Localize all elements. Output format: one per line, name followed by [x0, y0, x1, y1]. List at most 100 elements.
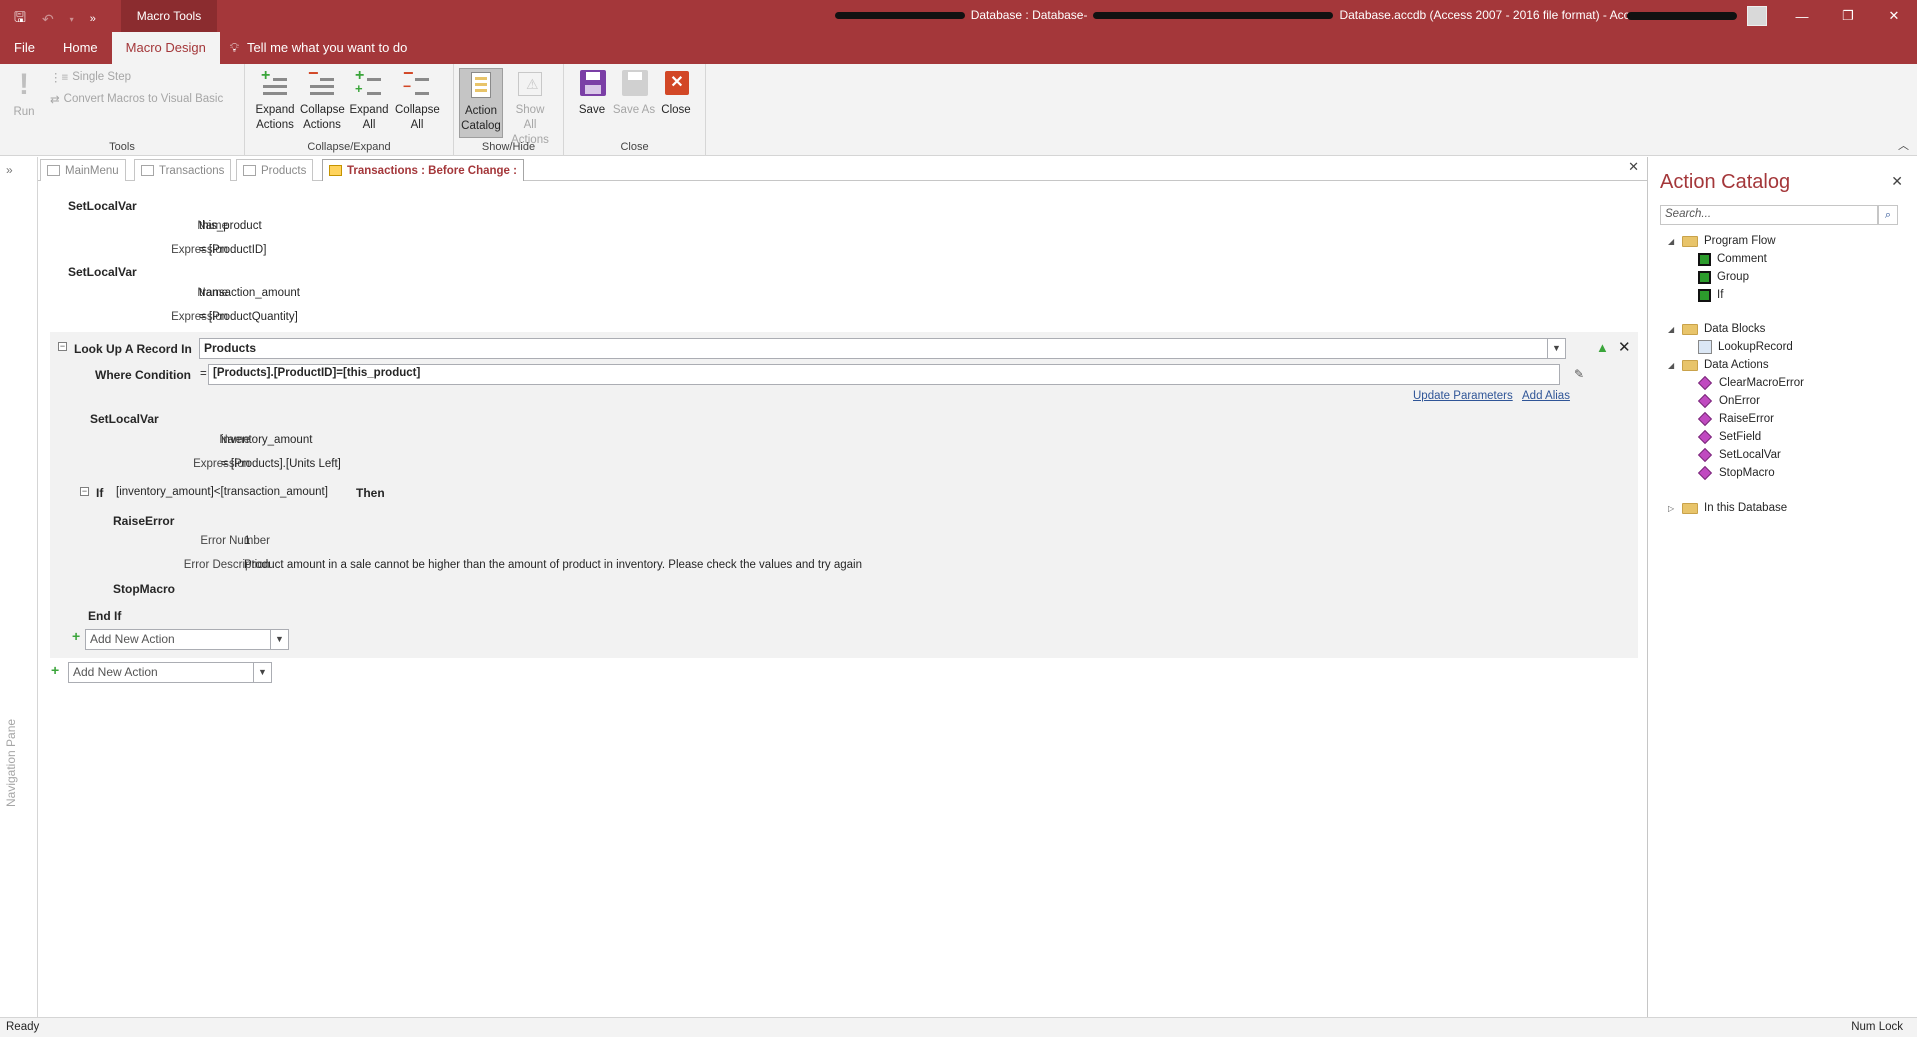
- avatar[interactable]: [1747, 6, 1767, 26]
- expand-triangle-icon[interactable]: ◢: [1668, 237, 1676, 246]
- argument-value[interactable]: = [Products].[Units Left]: [221, 458, 341, 470]
- move-up-icon[interactable]: ▲: [1596, 340, 1609, 355]
- tree-item-raiseerror[interactable]: RaiseError: [1697, 411, 1774, 427]
- argument-value[interactable]: transaction_amount: [199, 287, 300, 299]
- close-document-icon[interactable]: ✕: [1628, 159, 1639, 175]
- doc-tab-before-change[interactable]: Transactions : Before Change :: [322, 159, 524, 181]
- search-icon[interactable]: ⌕: [1878, 205, 1898, 225]
- lookup-record-block[interactable]: − Look Up A Record In Products ▼ ▲ ✕ Whe…: [50, 332, 1638, 658]
- argument-value[interactable]: = [ProductID]: [199, 244, 266, 256]
- chevron-right-icon[interactable]: »: [6, 163, 13, 177]
- tree-item-if[interactable]: If: [1698, 287, 1723, 303]
- argument-value[interactable]: Product amount in a sale cannot be highe…: [244, 559, 862, 571]
- action-setlocalvar[interactable]: SetLocalVar: [90, 412, 159, 426]
- collapse-if-icon[interactable]: −: [80, 487, 89, 496]
- tree-data-actions[interactable]: ◢ Data Actions: [1668, 357, 1769, 373]
- argument-value[interactable]: this_product: [199, 220, 262, 232]
- chevron-down-icon[interactable]: ▼: [253, 663, 271, 682]
- restore-icon[interactable]: ❐: [1825, 0, 1871, 32]
- action-stopmacro[interactable]: StopMacro: [113, 582, 175, 596]
- single-step-icon: ⋮≡: [50, 72, 69, 84]
- expand-triangle-icon[interactable]: ◢: [1668, 325, 1676, 334]
- close-icon: ✕: [660, 68, 692, 100]
- argument-value[interactable]: inventory_amount: [221, 434, 312, 446]
- if-keyword: If: [96, 486, 104, 500]
- catalog-search-input[interactable]: Search...: [1660, 205, 1878, 225]
- expand-triangle-icon[interactable]: ◢: [1668, 361, 1676, 370]
- group-collapse-expand: + Expand Actions − Collapse Actions + + …: [245, 64, 454, 156]
- tree-item-onerror[interactable]: OnError: [1697, 393, 1760, 409]
- tree-item-setfield[interactable]: SetField: [1697, 429, 1761, 445]
- add-alias-link[interactable]: Add Alias: [1522, 390, 1570, 402]
- ribbon: ! Run ⋮≡ Single Step ⇄ Convert Macros to…: [0, 64, 1917, 156]
- group-show-hide: Action Catalog ⚠ Show All Actions Show/H…: [454, 64, 564, 156]
- run-button[interactable]: ! Run: [6, 70, 42, 120]
- tree-label: If: [1717, 289, 1724, 301]
- data-macro-icon: [329, 165, 342, 176]
- update-parameters-link[interactable]: Update Parameters: [1413, 390, 1513, 402]
- num-lock-indicator: Num Lock: [1851, 1021, 1903, 1033]
- close-catalog-icon[interactable]: ✕: [1891, 173, 1903, 190]
- tree-item-stopmacro[interactable]: StopMacro: [1697, 465, 1775, 481]
- where-condition-input[interactable]: [Products].[ProductID]=[this_product]: [208, 364, 1560, 385]
- tab-macro-design[interactable]: Macro Design: [111, 32, 220, 64]
- doc-tab-label: Transactions: [159, 164, 225, 177]
- single-step-button[interactable]: ⋮≡ Single Step: [50, 70, 131, 84]
- save-button[interactable]: Save: [570, 68, 614, 118]
- action-catalog-pane: Action Catalog ✕ Search... ⌕ ◢ Program F…: [1647, 157, 1917, 1017]
- tree-item-lookuprecord[interactable]: LookupRecord: [1698, 339, 1793, 355]
- tab-file[interactable]: File: [0, 32, 49, 64]
- tree-item-comment[interactable]: Comment: [1698, 251, 1767, 267]
- group-label-close: Close: [620, 141, 649, 153]
- expression-builder-icon[interactable]: ✎: [1574, 367, 1584, 381]
- tab-home[interactable]: Home: [49, 32, 112, 64]
- single-step-label: Single Step: [72, 71, 132, 83]
- chevron-down-icon[interactable]: ▼: [270, 630, 288, 649]
- action-setlocalvar[interactable]: SetLocalVar: [68, 199, 137, 213]
- argument-value[interactable]: = [ProductQuantity]: [199, 311, 298, 323]
- collapse-actions-button[interactable]: − Collapse Actions: [300, 64, 345, 133]
- action-catalog-title: Action Catalog: [1660, 171, 1791, 193]
- document-tabs: MainMenu Transactions Products Transacti…: [38, 157, 1647, 181]
- tell-me-box[interactable]: 💡︎ Tell me what you want to do: [230, 32, 408, 64]
- convert-macros-button[interactable]: ⇄ Convert Macros to Visual Basic: [50, 92, 223, 106]
- delete-action-icon[interactable]: ✕: [1618, 338, 1631, 356]
- tree-in-this-database[interactable]: ▷ In this Database: [1668, 500, 1787, 516]
- collapse-block-icon[interactable]: −: [58, 342, 67, 351]
- tree-item-group[interactable]: Group: [1698, 269, 1749, 285]
- expand-all-button[interactable]: + + Expand All: [347, 68, 391, 133]
- window-title-part2: Database.accdb (Access 2007 - 2016 file …: [1339, 8, 1649, 22]
- lookup-table-dropdown[interactable]: Products ▼: [199, 338, 1566, 359]
- tree-item-clearmacroerror[interactable]: ClearMacroError: [1697, 375, 1804, 391]
- argument-value[interactable]: 1: [244, 535, 250, 547]
- action-raiseerror[interactable]: RaiseError: [113, 514, 174, 528]
- tree-program-flow[interactable]: ◢ Program Flow: [1668, 233, 1776, 249]
- if-condition[interactable]: [inventory_amount]<[transaction_amount]: [116, 486, 328, 498]
- user-account[interactable]: [1627, 6, 1767, 26]
- minimize-icon[interactable]: —: [1779, 0, 1825, 32]
- collapse-all-button[interactable]: − − Collapse All: [395, 64, 440, 133]
- tree-data-blocks[interactable]: ◢ Data Blocks: [1668, 321, 1765, 337]
- chevron-down-icon[interactable]: ▼: [1547, 339, 1565, 358]
- navigation-pane[interactable]: » Navigation Pane: [0, 157, 38, 1017]
- add-new-action-dropdown[interactable]: Add New Action ▼: [68, 662, 272, 683]
- doc-tab-products[interactable]: Products: [236, 159, 314, 181]
- flow-icon: [1698, 288, 1711, 302]
- action-catalog-button[interactable]: Action Catalog: [459, 68, 503, 138]
- collapsed-triangle-icon[interactable]: ▷: [1668, 504, 1676, 513]
- doc-tab-mainmenu[interactable]: MainMenu: [40, 159, 126, 181]
- doc-tab-transactions[interactable]: Transactions: [134, 159, 232, 181]
- window-title-part1: Database : Database-: [970, 8, 1088, 22]
- collapse-ribbon-icon[interactable]: ︿: [1898, 137, 1909, 153]
- action-setlocalvar[interactable]: SetLocalVar: [68, 265, 137, 279]
- show-all-actions-button[interactable]: ⚠ Show All Actions: [508, 68, 552, 148]
- expand-actions-button[interactable]: + Expand Actions: [253, 68, 297, 133]
- close-button[interactable]: ✕ Close: [654, 68, 698, 118]
- close-window-icon[interactable]: ✕: [1871, 0, 1917, 32]
- flow-icon: [1698, 252, 1711, 266]
- tree-label: In this Database: [1704, 502, 1788, 514]
- add-new-action-dropdown-inner[interactable]: Add New Action ▼: [85, 629, 289, 650]
- tree-item-setlocalvar[interactable]: SetLocalVar: [1697, 447, 1781, 463]
- save-as-button[interactable]: Save As: [612, 68, 656, 118]
- collapse-actions-label: Collapse Actions: [300, 104, 345, 131]
